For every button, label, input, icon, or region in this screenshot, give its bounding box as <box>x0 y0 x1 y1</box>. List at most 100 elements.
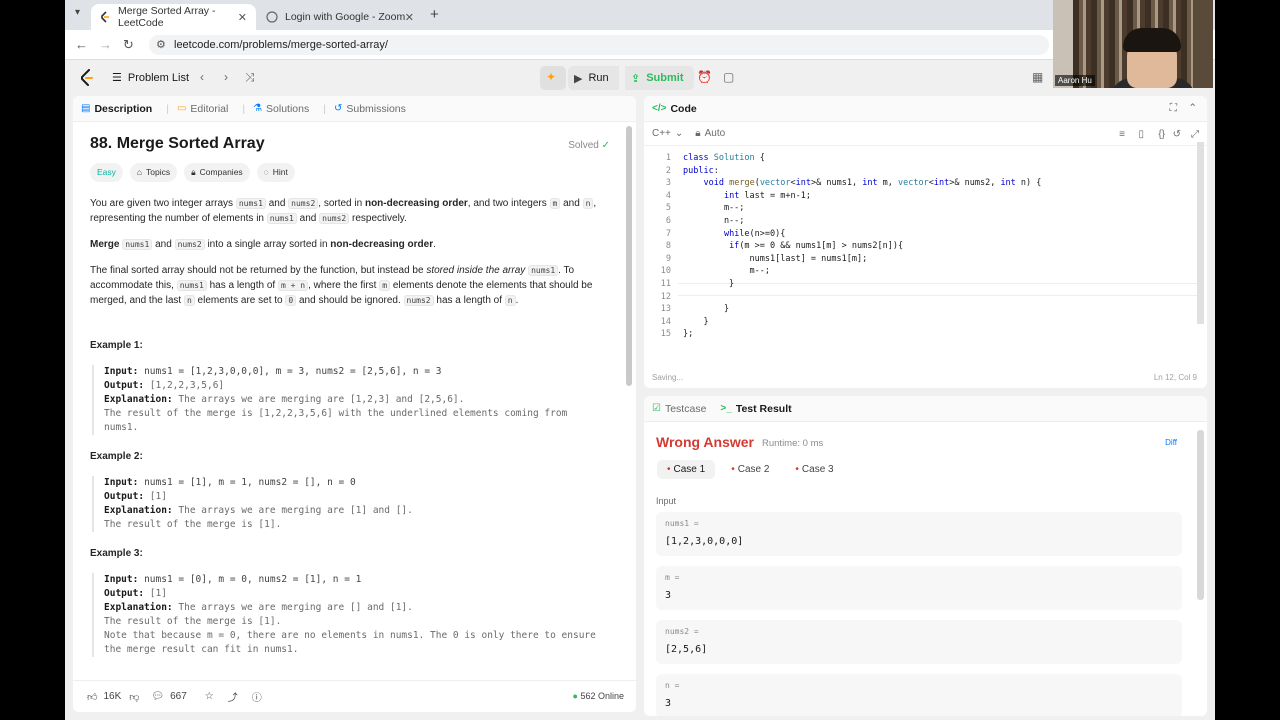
tab-code[interactable]: </> Code <box>652 103 697 115</box>
leetcode-toolbar: ☰ Problem List ‹ › ⤨ ✦ ▶ Run ⇪ Submit ⏰ … <box>65 61 1215 95</box>
submit-button[interactable]: ⇪ Submit <box>625 66 694 90</box>
hint-tag[interactable]: ◌ Hint <box>256 163 295 182</box>
chevron-down-icon[interactable]: ⌄ <box>675 128 683 139</box>
line-number: 14 <box>660 316 671 327</box>
tab-submissions[interactable]: ↺ Submissions <box>334 103 406 115</box>
line-number: 6 <box>665 216 671 226</box>
tab-solutions[interactable]: ⚗ Solutions <box>253 103 309 115</box>
case-tab-2[interactable]: • Case 2 <box>721 460 779 479</box>
code-line[interactable]: 10 m--; <box>644 265 1184 278</box>
comment-icon[interactable]: 💬︎ <box>151 691 164 702</box>
tab-search-icon[interactable]: ▾ <box>75 7 80 18</box>
lock-icon: 🔒︎ <box>191 167 196 177</box>
help-icon[interactable]: ⓘ <box>252 689 262 704</box>
google-favicon-icon <box>266 11 278 23</box>
code-text: n--; <box>683 216 745 226</box>
forward-icon[interactable]: → <box>99 37 112 52</box>
result-panel: ☑ Testcase >_ Test Result Wrong Answer Run… <box>644 396 1207 716</box>
topics-tag[interactable]: ⌂ Topics <box>129 163 178 182</box>
online-label: 562 Online <box>580 691 624 701</box>
code-line[interactable]: 9 nums1[last] = nums1[m]; <box>644 253 1184 266</box>
url-input[interactable]: ⚙ leetcode.com/problems/merge-sorted-arr… <box>149 35 1049 55</box>
code-line[interactable]: 6 n--; <box>644 215 1184 228</box>
code-line[interactable]: 11 } <box>644 278 1184 291</box>
reload-icon[interactable]: ↻ <box>123 37 134 53</box>
format-icon[interactable]: ≡ <box>1119 129 1125 140</box>
expand-icon[interactable]: ⤢ <box>1191 129 1199 140</box>
problem-tags: Easy ⌂ Topics 🔒︎ Companies ◌ Hint <box>90 163 619 182</box>
tag-label: Hint <box>272 167 288 177</box>
check-circle-icon: ✓ <box>601 140 610 151</box>
mode-label[interactable]: Auto <box>705 128 726 139</box>
tab-description[interactable]: ▤ Description <box>81 103 152 115</box>
site-info-icon[interactable]: ⚙ <box>156 35 166 55</box>
code-line[interactable]: 7 while(n>=0){ <box>644 228 1184 241</box>
alarm-icon[interactable]: ⏰ <box>697 70 712 84</box>
code-line[interactable]: 1 class Solution { <box>644 152 1184 165</box>
thumbs-down-icon[interactable]: 👎︎ <box>129 691 139 703</box>
description-icon: ▤ <box>81 103 91 114</box>
difficulty-badge: Easy <box>90 163 123 182</box>
code-line[interactable]: 13 } <box>644 303 1184 316</box>
case-tab-1[interactable]: • Case 1 <box>657 460 716 479</box>
code-line[interactable]: 3 void merge(vector<int>& nums1, int m, … <box>644 177 1184 190</box>
code-line[interactable]: 5 m--; <box>644 202 1184 215</box>
diff-toggle[interactable]: Diff <box>1165 438 1177 447</box>
description-scrollbar[interactable] <box>626 126 632 386</box>
flask-icon: ⚗ <box>253 103 263 114</box>
online-count: ● 562 Online <box>573 691 625 701</box>
close-tab-icon[interactable]: ✕ <box>405 11 414 24</box>
star-icon[interactable]: ☆ <box>205 691 214 702</box>
code-line[interactable]: 15}; <box>644 328 1184 341</box>
verdict: Wrong Answer <box>656 434 755 450</box>
bookmark-icon[interactable]: ▯ <box>1138 129 1144 140</box>
paragraph: You are given two integer arrays nums1 a… <box>90 198 597 224</box>
code-line[interactable]: 2 public: <box>644 165 1184 178</box>
reset-icon[interactable]: ↺ <box>1173 129 1181 140</box>
shuffle-icon[interactable]: ⤨ <box>245 70 255 85</box>
next-problem-icon[interactable]: › <box>224 70 228 84</box>
maximize-icon[interactable]: ⛶ <box>1170 102 1177 115</box>
debug-icon: ✦ <box>546 70 557 84</box>
comments-count: 667 <box>170 691 187 702</box>
layout-icon[interactable]: ▦ <box>1032 70 1043 84</box>
code-line[interactable]: 12 <box>644 291 1184 304</box>
close-tab-icon[interactable]: ✕ <box>238 11 247 24</box>
language-select[interactable]: C++ <box>652 128 671 139</box>
tab-editorial[interactable]: ▭ Editorial <box>177 103 228 115</box>
browser-tab-leetcode[interactable]: Merge Sorted Array - LeetCode ✕ <box>91 4 256 30</box>
tab-label: Code <box>670 102 697 115</box>
prev-problem-icon[interactable]: ‹ <box>200 70 204 84</box>
code-text: if(m >= 0 && nums1[m] > nums2[n]){ <box>729 241 904 252</box>
problem-description: 88. Merge Sorted Array Easy ⌂ Topics 🔒︎ Co… <box>73 122 636 669</box>
thumbs-up-icon[interactable]: 👍︎ <box>87 691 97 703</box>
solved-label: Solved <box>568 140 599 151</box>
new-tab-icon[interactable]: + <box>430 6 439 23</box>
play-icon: ▶ <box>574 72 583 85</box>
code-scrollbar[interactable] <box>1197 142 1204 324</box>
input-var-box: n = 3 <box>656 674 1182 716</box>
leetcode-logo-icon[interactable] <box>79 69 95 87</box>
run-button[interactable]: ▶ Run <box>568 66 619 90</box>
braces-icon[interactable]: {} <box>1158 129 1165 140</box>
code-line[interactable]: 4 int last = m+n-1; <box>644 190 1184 203</box>
share-icon[interactable]: ⤴ <box>228 689 238 704</box>
companies-tag[interactable]: 🔒︎ Companies <box>184 163 250 182</box>
tab-label: Editorial <box>190 102 229 115</box>
code-line[interactable]: 8 if(m >= 0 && nums1[m] > nums2[n]){ <box>644 240 1184 253</box>
tab-testcase[interactable]: ☑ Testcase <box>652 403 706 415</box>
back-icon[interactable]: ← <box>75 37 88 52</box>
terminal-icon: >_ <box>720 403 732 414</box>
collapse-icon[interactable]: ⌃ <box>1188 102 1197 114</box>
problem-list-button[interactable]: ☰ Problem List <box>112 71 189 85</box>
code-line[interactable]: 14 } <box>644 316 1184 329</box>
result-scrollbar[interactable] <box>1197 430 1204 600</box>
code-icon: </> <box>652 103 667 114</box>
line-number: 9 <box>665 253 671 264</box>
page-title[interactable]: 88. Merge Sorted Array <box>90 136 619 152</box>
browser-tab-zoom[interactable]: Login with Google - Zoom ✕ <box>258 4 423 30</box>
case-tab-3[interactable]: • Case 3 <box>785 460 843 479</box>
line-number: 12 <box>660 291 671 302</box>
notes-icon[interactable]: ▢ <box>723 70 734 84</box>
tab-test-result[interactable]: >_ Test Result <box>720 403 791 415</box>
